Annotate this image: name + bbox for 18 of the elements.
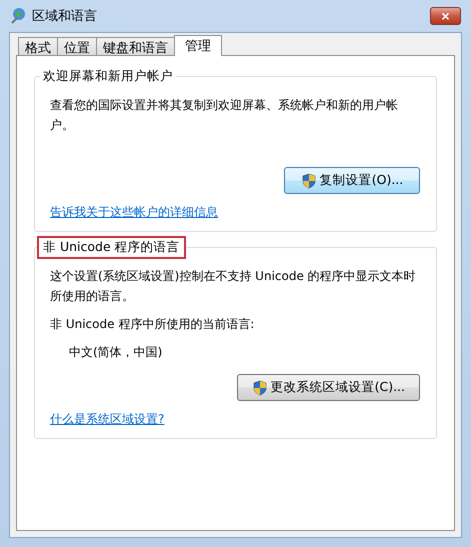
settings-button[interactable]: 更改系统区域设置(C)... — [236, 374, 420, 401]
description-text: 查看您的国际设置并将其复制到欢迎屏幕、系统帐户和新的用户帐户。 — [50, 97, 399, 134]
description-text: 非 Unicode 程序中所使用的当前语言: — [50, 316, 256, 333]
group-title: 非 Unicode 程序的语言 — [37, 236, 186, 259]
tab[interactable]: 位置 — [57, 37, 97, 55]
language-value: 中文(简体，中国) — [68, 344, 164, 361]
window-title: 区域和语言 — [32, 8, 97, 25]
settings-button[interactable]: 复制设置(O)... — [284, 167, 420, 194]
shield-icon — [300, 172, 317, 188]
shield-icon — [252, 380, 268, 396]
description-text: 这个设置(系统区域设置)控制在不支持 Unicode 的程序中显示文本时所使用的语言。 — [50, 268, 417, 305]
group-title: 欢迎屏幕和新用户帐户 — [40, 68, 176, 85]
help-link[interactable]: 什么是系统区域设置? — [50, 411, 164, 428]
tab[interactable]: 格式 — [18, 37, 58, 55]
tab[interactable]: 管理 — [174, 35, 222, 56]
tab[interactable]: 键盘和语言 — [96, 37, 175, 55]
help-link[interactable]: 告诉我关于这些帐户的详细信息 — [50, 204, 218, 221]
close-button[interactable]: × — [430, 7, 461, 25]
